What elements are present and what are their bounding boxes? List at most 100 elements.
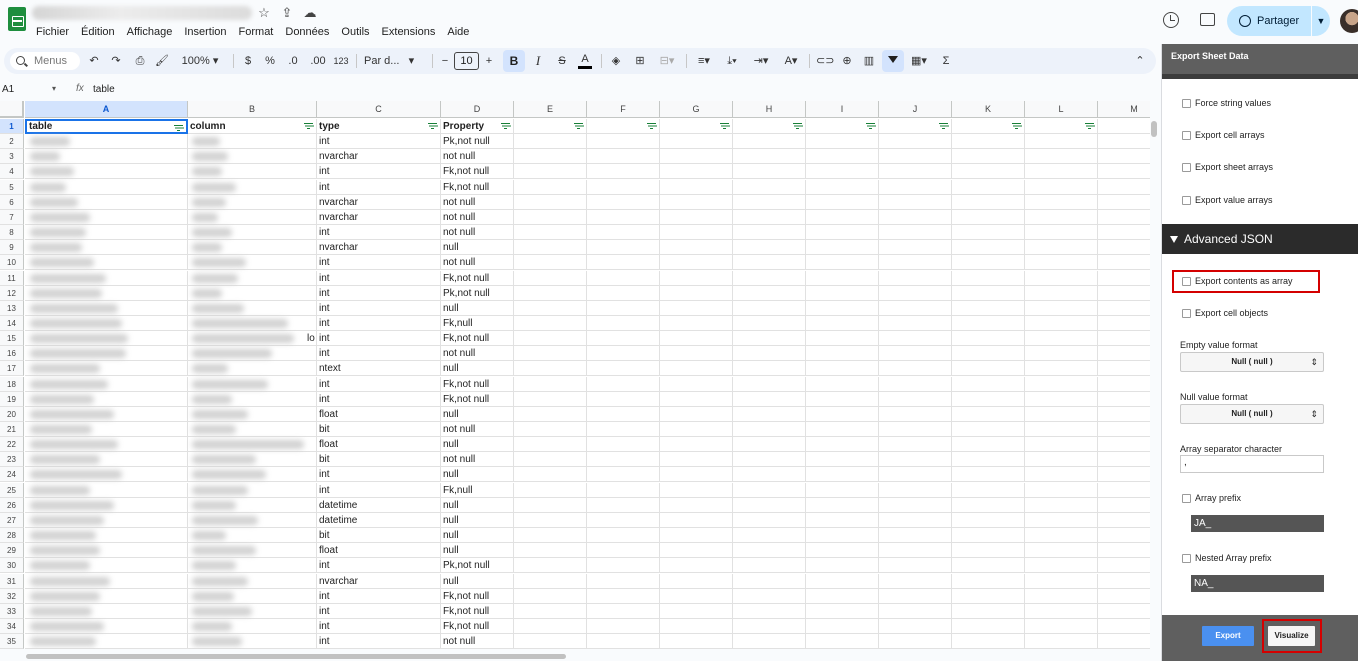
grid-cell[interactable] xyxy=(660,406,733,422)
row-header[interactable]: 33 xyxy=(0,603,24,619)
export-contents-as-array-checkbox[interactable] xyxy=(1182,277,1191,286)
property-cell[interactable]: Fk,not null xyxy=(441,164,514,180)
grid-cell[interactable] xyxy=(1098,225,1150,241)
grid-cell[interactable] xyxy=(1025,346,1098,362)
filter-dropdown-icon[interactable] xyxy=(793,123,802,130)
grid-cell[interactable] xyxy=(879,376,952,392)
type-cell[interactable]: int xyxy=(317,391,441,407)
header-cell[interactable]: type xyxy=(317,119,441,134)
grid-cell[interactable] xyxy=(733,285,806,301)
borders-icon[interactable]: ⊞ xyxy=(633,53,647,69)
grid-cell[interactable] xyxy=(733,422,806,437)
property-cell[interactable]: null xyxy=(441,361,514,377)
header-cell[interactable] xyxy=(879,119,952,134)
header-cell[interactable] xyxy=(514,119,587,134)
font-size-input[interactable]: 10 xyxy=(454,52,479,70)
grid-cell[interactable] xyxy=(587,285,660,301)
type-cell[interactable]: ntext xyxy=(317,361,441,377)
property-cell[interactable]: Fk,null xyxy=(441,482,514,498)
grid-cell[interactable] xyxy=(733,391,806,407)
property-cell[interactable]: not null xyxy=(441,209,514,225)
grid-cell[interactable] xyxy=(952,543,1025,559)
grid-cell[interactable] xyxy=(733,467,806,483)
property-cell[interactable]: null xyxy=(441,467,514,483)
empty-value-format-select[interactable]: Null ( null ) xyxy=(1180,352,1324,372)
grid-cell[interactable] xyxy=(587,361,660,377)
column-header[interactable]: G xyxy=(660,101,733,118)
grid-cell[interactable] xyxy=(1098,240,1150,256)
property-cell[interactable]: Fk,null xyxy=(441,315,514,331)
grid-cell[interactable] xyxy=(806,315,879,331)
property-cell[interactable]: Pk,not null xyxy=(441,558,514,574)
grid-cell[interactable] xyxy=(879,240,952,256)
grid-cell[interactable] xyxy=(660,194,733,210)
grid-cell[interactable] xyxy=(733,331,806,347)
grid-cell[interactable] xyxy=(879,285,952,301)
row-header[interactable]: 31 xyxy=(0,573,24,589)
grid-cell[interactable] xyxy=(1025,452,1098,468)
type-cell[interactable]: int xyxy=(317,270,441,286)
vertical-align-icon[interactable]: ⤓▾ xyxy=(721,53,743,69)
property-cell[interactable]: Fk,not null xyxy=(441,270,514,286)
grid-cell[interactable] xyxy=(587,255,660,271)
grid-cell[interactable] xyxy=(660,209,733,225)
grid-cell[interactable] xyxy=(952,406,1025,422)
grid-cell[interactable] xyxy=(1025,422,1098,437)
paint-format-icon[interactable]: 🖌 xyxy=(155,53,169,69)
grid-cell[interactable] xyxy=(952,134,1025,150)
visualize-button[interactable]: Visualize xyxy=(1268,626,1315,646)
share-dropdown-button[interactable]: ▼ xyxy=(1312,6,1330,36)
grid-cell[interactable] xyxy=(1098,271,1150,286)
type-cell[interactable]: datetime xyxy=(317,497,441,513)
grid-cell[interactable] xyxy=(660,618,733,634)
grid-cell[interactable] xyxy=(806,512,879,528)
type-cell[interactable]: nvarchar xyxy=(317,194,441,210)
grid-cell[interactable] xyxy=(806,300,879,316)
grid-cell[interactable] xyxy=(514,497,587,513)
column-header[interactable]: C xyxy=(317,101,441,118)
grid-cell[interactable] xyxy=(1098,574,1150,589)
grid-cell[interactable] xyxy=(952,331,1025,347)
grid-cell[interactable] xyxy=(514,634,587,649)
grid-cell[interactable] xyxy=(806,406,879,422)
property-cell[interactable]: Pk,not null xyxy=(441,285,514,301)
grid-cell[interactable] xyxy=(806,437,879,453)
grid-cell[interactable] xyxy=(514,225,587,241)
grid-cell[interactable] xyxy=(806,588,879,604)
grid-cell[interactable] xyxy=(879,149,952,165)
menu-item-1[interactable]: Édition xyxy=(81,26,115,38)
grid-cell[interactable] xyxy=(879,209,952,225)
grid-cell[interactable] xyxy=(733,240,806,256)
grid-cell[interactable] xyxy=(806,346,879,362)
grid-cell[interactable] xyxy=(514,134,587,150)
grid-cell[interactable] xyxy=(1098,331,1150,347)
grid-cell[interactable] xyxy=(1025,225,1098,241)
header-cell[interactable]: column xyxy=(188,119,317,134)
grid-cell[interactable] xyxy=(1025,315,1098,331)
grid-cell[interactable] xyxy=(514,331,587,347)
grid-cell[interactable] xyxy=(952,255,1025,271)
grid-cell[interactable] xyxy=(514,391,587,407)
row-header[interactable]: 28 xyxy=(0,528,24,544)
type-cell[interactable]: int xyxy=(317,467,441,483)
grid-cell[interactable] xyxy=(587,618,660,634)
grid-cell[interactable] xyxy=(1025,603,1098,619)
star-icon[interactable]: ☆ xyxy=(256,5,272,21)
grid-cell[interactable] xyxy=(879,467,952,483)
grid-cell[interactable] xyxy=(879,512,952,528)
grid-cell[interactable] xyxy=(952,315,1025,331)
select-all-corner[interactable] xyxy=(0,101,24,118)
grid-cell[interactable] xyxy=(660,134,733,150)
filter-dropdown-icon[interactable] xyxy=(939,123,948,130)
row-header[interactable]: 18 xyxy=(0,376,24,392)
grid-cell[interactable] xyxy=(660,164,733,180)
grid-cell[interactable] xyxy=(733,270,806,286)
grid-cell[interactable] xyxy=(806,391,879,407)
grid-cell[interactable] xyxy=(733,255,806,271)
property-cell[interactable]: not null xyxy=(441,149,514,165)
grid-cell[interactable] xyxy=(514,573,587,589)
currency-format-button[interactable]: $ xyxy=(243,53,253,69)
filter-dropdown-icon[interactable] xyxy=(174,125,183,132)
grid-cell[interactable] xyxy=(587,194,660,210)
property-cell[interactable]: Pk,not null xyxy=(441,134,514,150)
